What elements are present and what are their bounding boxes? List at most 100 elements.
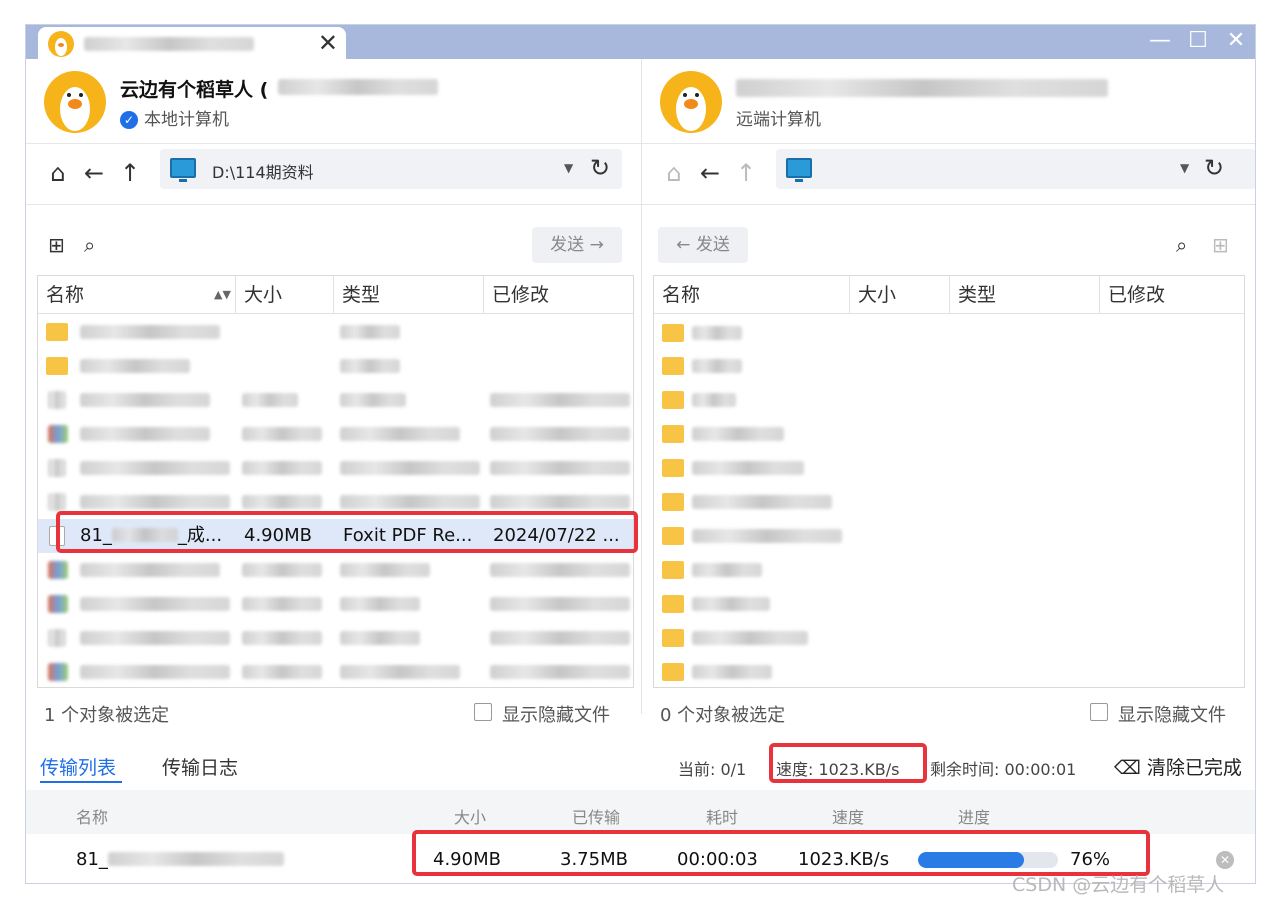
folder-icon xyxy=(662,324,684,342)
minimize-button[interactable]: — xyxy=(1141,26,1179,58)
col-name[interactable]: 名称 xyxy=(38,276,236,314)
folder-row[interactable] xyxy=(654,316,1244,350)
highlight-selected-file xyxy=(56,511,638,553)
col-type[interactable]: 类型 xyxy=(950,276,1100,314)
tab-transfer-log[interactable]: 传输日志 xyxy=(162,753,238,780)
transfer-remaining: 剩余时间: 00:00:01 xyxy=(930,760,1077,779)
folder-icon xyxy=(662,459,684,477)
up-icon[interactable]: ↑ xyxy=(116,159,144,187)
local-pane: 云边有个稻草人 ( ✓ 本地计算机 ⌂ ← ↑ D:\114期资料 ▼ ↻ ⊞ ⌕… xyxy=(26,59,642,726)
col-modified[interactable]: 已修改 xyxy=(484,276,633,314)
remote-computer-label: 远端计算机 xyxy=(736,110,821,130)
clear-completed-label: 清除已完成 xyxy=(1146,757,1242,779)
col-modified[interactable]: 已修改 xyxy=(1100,276,1244,314)
file-row[interactable] xyxy=(38,621,633,655)
tab-title-redacted xyxy=(84,37,254,51)
folder-icon xyxy=(662,527,684,545)
remote-user-name-redacted xyxy=(736,79,1108,97)
search-icon[interactable]: ⌕ xyxy=(1176,233,1187,257)
file-row[interactable] xyxy=(38,315,633,349)
session-tab[interactable]: ✕ xyxy=(38,27,346,59)
transfer-col-name: 名称 xyxy=(76,808,109,827)
title-bar: ✕ — ☐ ✕ xyxy=(26,25,1255,59)
folder-icon xyxy=(46,357,68,375)
send-button[interactable]: 发送 → xyxy=(532,227,622,263)
remote-file-table: 名称 大小 类型 已修改 xyxy=(653,275,1245,688)
transfer-current: 当前: 0/1 xyxy=(678,760,747,779)
refresh-icon[interactable]: ↻ xyxy=(590,154,610,182)
up-icon[interactable]: ↑ xyxy=(732,159,760,187)
remote-show-hidden-checkbox[interactable] xyxy=(1090,703,1108,721)
local-file-table: 名称 ▲▼ 大小 类型 已修改 81_ _成... 4.90MB Foxit P… xyxy=(37,275,634,688)
transfer-col-elapsed: 耗时 xyxy=(706,808,739,827)
search-icon[interactable]: ⌕ xyxy=(84,233,95,257)
transfer-col-speed: 速度 xyxy=(832,808,865,827)
file-row[interactable] xyxy=(38,417,633,451)
folder-row[interactable] xyxy=(654,451,1244,485)
home-icon[interactable]: ⌂ xyxy=(660,159,688,187)
file-row[interactable] xyxy=(38,587,633,621)
remote-avatar xyxy=(660,71,722,133)
home-icon[interactable]: ⌂ xyxy=(44,159,72,187)
folder-row[interactable] xyxy=(654,417,1244,451)
col-size[interactable]: 大小 xyxy=(236,276,334,314)
back-icon[interactable]: ← xyxy=(80,159,108,187)
folder-row[interactable] xyxy=(654,519,1244,553)
local-show-hidden-label[interactable]: 显示隐藏文件 xyxy=(502,701,610,727)
file-row[interactable] xyxy=(38,349,633,383)
local-show-hidden-checkbox[interactable] xyxy=(474,703,492,721)
file-row[interactable] xyxy=(38,383,633,417)
local-computer-label: 本地计算机 xyxy=(144,110,229,130)
dropdown-icon[interactable]: ▼ xyxy=(564,161,573,175)
tab-close-icon[interactable]: ✕ xyxy=(318,29,338,57)
transfer-file-name-prefix: 81_ xyxy=(76,849,108,870)
clear-completed-button[interactable]: ⌫ 清除已完成 xyxy=(1114,753,1242,780)
col-type[interactable]: 类型 xyxy=(334,276,484,314)
receive-button[interactable]: ← 发送 xyxy=(658,227,748,263)
file-row[interactable] xyxy=(38,451,633,485)
header-divider xyxy=(26,143,642,144)
highlight-speed xyxy=(769,743,927,783)
toolbar-divider xyxy=(26,204,642,205)
folder-icon xyxy=(46,323,68,341)
folder-icon xyxy=(662,561,684,579)
transfer-col-progress: 进度 xyxy=(958,808,991,827)
local-user-subtitle: ✓ 本地计算机 xyxy=(120,105,229,130)
remote-show-hidden-label[interactable]: 显示隐藏文件 xyxy=(1118,701,1226,727)
file-row[interactable] xyxy=(38,553,633,587)
remote-table-header: 名称 大小 类型 已修改 xyxy=(654,276,1244,314)
col-name[interactable]: 名称 xyxy=(654,276,850,314)
local-address-bar[interactable]: D:\114期资料 ▼ ↻ xyxy=(160,149,622,189)
folder-row[interactable] xyxy=(654,485,1244,519)
close-window-button[interactable]: ✕ xyxy=(1217,26,1255,58)
cancel-transfer-icon[interactable]: ✕ xyxy=(1216,851,1234,869)
new-folder-icon[interactable]: ⊞ xyxy=(48,233,65,257)
new-folder-icon[interactable]: ⊞ xyxy=(1212,233,1229,257)
transfer-file-name: 81_ xyxy=(76,849,284,870)
back-icon[interactable]: ← xyxy=(696,159,724,187)
folder-icon xyxy=(662,391,684,409)
folder-row[interactable] xyxy=(654,587,1244,621)
toolbar-divider xyxy=(642,204,1255,205)
file-row[interactable] xyxy=(38,655,633,687)
local-table-header: 名称 ▲▼ 大小 类型 已修改 xyxy=(38,276,633,314)
dropdown-icon[interactable]: ▼ xyxy=(1180,161,1189,175)
sort-icon[interactable]: ▲▼ xyxy=(214,276,231,314)
active-tab-underline xyxy=(40,781,122,783)
folder-row[interactable] xyxy=(654,349,1244,383)
folder-row[interactable] xyxy=(654,655,1244,687)
folder-row[interactable] xyxy=(654,383,1244,417)
folder-row[interactable] xyxy=(654,553,1244,587)
local-path: D:\114期资料 xyxy=(212,163,314,182)
folder-row[interactable] xyxy=(654,621,1244,655)
transfer-table-header xyxy=(26,790,1255,834)
watermark: CSDN @云边有个稻草人 xyxy=(1012,874,1225,896)
folder-icon xyxy=(662,629,684,647)
local-user-name: 云边有个稻草人 ( xyxy=(120,79,269,101)
maximize-button[interactable]: ☐ xyxy=(1179,26,1217,58)
refresh-icon[interactable]: ↻ xyxy=(1204,154,1224,182)
col-size[interactable]: 大小 xyxy=(850,276,950,314)
remote-selection-status: 0 个对象被选定 xyxy=(660,705,786,726)
tab-transfer-list[interactable]: 传输列表 xyxy=(40,753,116,780)
remote-address-bar[interactable]: ▼ ↻ xyxy=(776,149,1255,189)
